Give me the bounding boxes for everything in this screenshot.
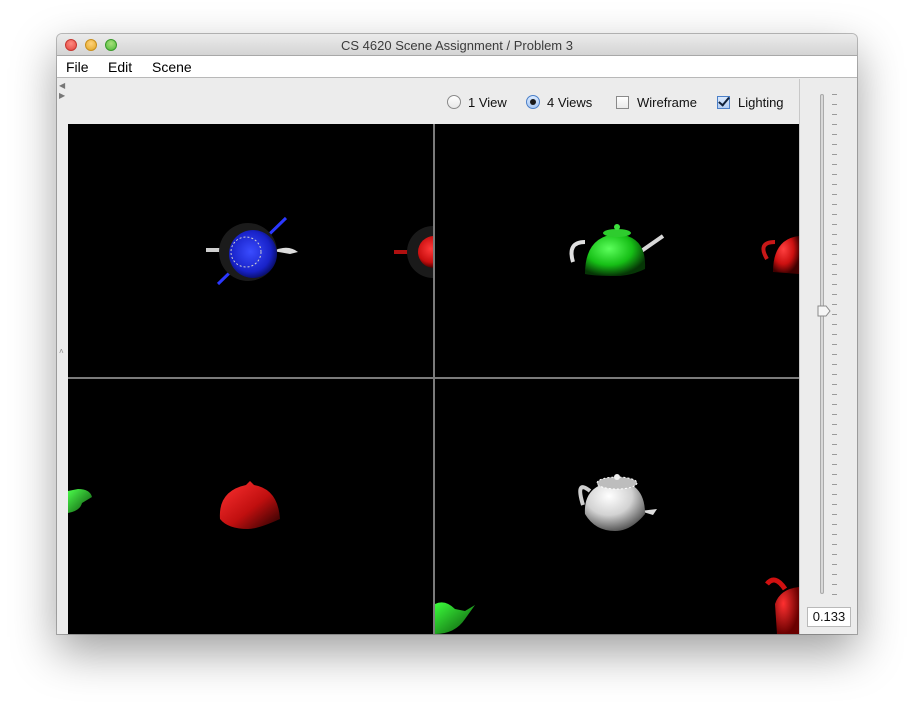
viewport-divider-vertical[interactable] <box>433 124 435 634</box>
slider-tick <box>832 554 837 555</box>
slider-tick <box>832 484 837 485</box>
green-teapot-perspective[interactable] <box>435 602 475 634</box>
wireframe-checkbox[interactable]: Wireframe <box>616 94 697 110</box>
slider-tick <box>832 324 837 325</box>
slider-tick <box>832 394 837 395</box>
slider-tick <box>832 254 837 255</box>
wireframe-check-box[interactable] <box>616 95 629 109</box>
red-teapot-perspective[interactable] <box>765 577 799 634</box>
blue-teapot-top[interactable] <box>206 216 298 286</box>
slider-ticks <box>832 94 838 595</box>
slider-tick <box>832 574 837 575</box>
one-view-label: 1 View <box>468 94 507 110</box>
menu-file[interactable]: File <box>66 59 89 75</box>
slider-tick <box>832 284 837 285</box>
slider-tick <box>832 504 837 505</box>
green-teapot-side[interactable] <box>68 489 92 513</box>
slider-tick <box>832 94 837 95</box>
slider-tick <box>832 204 837 205</box>
slider-tick <box>832 314 837 315</box>
view-top-right[interactable] <box>435 124 799 377</box>
slider-tick <box>832 124 837 125</box>
slider-tick <box>832 104 837 105</box>
slider-tick <box>832 184 837 185</box>
app-window: CS 4620 Scene Assignment / Problem 3 Fil… <box>57 34 857 634</box>
red-teapot-front[interactable] <box>761 236 799 274</box>
slider-tick <box>832 584 837 585</box>
slider-tick <box>832 174 837 175</box>
splitter-handle-icon[interactable]: ˄ <box>59 347 64 356</box>
slider-tick <box>832 194 837 195</box>
slider-tick <box>832 444 837 445</box>
slider-tick <box>832 594 837 595</box>
slider-tick <box>832 424 837 425</box>
wireframe-label: Wireframe <box>637 94 697 110</box>
slider-tick <box>832 374 837 375</box>
slider-tick <box>832 354 837 355</box>
slider-tick <box>832 514 837 515</box>
slider-thumb-icon[interactable] <box>817 304 831 318</box>
slider-tick <box>832 114 837 115</box>
slider-tick <box>832 264 837 265</box>
main-panel: ◀ ▶ ˄ 1 View 4 Views Wireframe Lighting <box>57 79 800 634</box>
view-bottom-left[interactable] <box>68 379 433 634</box>
slider-tick <box>832 454 837 455</box>
slider-tick <box>832 464 837 465</box>
slider-tick <box>832 384 837 385</box>
scene-view-perspective[interactable] <box>435 379 799 634</box>
one-view-radio[interactable]: 1 View <box>447 94 507 110</box>
white-teapot-perspective[interactable] <box>578 474 657 531</box>
lighting-check-box[interactable] <box>717 95 730 109</box>
menu-scene[interactable]: Scene <box>152 59 192 75</box>
four-views-radio[interactable]: 4 Views <box>526 94 592 110</box>
slider-tick <box>832 544 837 545</box>
scene-view-top[interactable] <box>68 124 433 377</box>
slider-tick <box>832 564 837 565</box>
slider-tick <box>832 304 837 305</box>
slider-tick <box>832 404 837 405</box>
window-title: CS 4620 Scene Assignment / Problem 3 <box>341 38 573 53</box>
green-teapot-front[interactable] <box>569 224 665 276</box>
view-top-left[interactable] <box>68 124 433 377</box>
slider-tick <box>832 274 837 275</box>
title-bar[interactable]: CS 4620 Scene Assignment / Problem 3 <box>57 34 857 56</box>
slider-tick <box>832 364 837 365</box>
slider-tick <box>832 244 837 245</box>
lighting-label: Lighting <box>738 94 784 110</box>
slider-track[interactable] <box>820 94 824 594</box>
slider-value-field[interactable]: 0.133 <box>807 607 851 627</box>
slider-tick <box>832 164 837 165</box>
slider-tick <box>832 344 837 345</box>
slider-tick <box>832 144 837 145</box>
viewport-grid[interactable] <box>68 124 799 634</box>
slider-tick <box>832 224 837 225</box>
slider-tick <box>832 294 837 295</box>
one-view-radio-button[interactable] <box>447 95 461 109</box>
menu-edit[interactable]: Edit <box>108 59 132 75</box>
slider-tick <box>832 234 837 235</box>
slider-tick <box>832 474 837 475</box>
red-teapot-top[interactable] <box>394 226 433 278</box>
slider-tick <box>832 214 837 215</box>
slider-tick <box>832 134 837 135</box>
four-views-radio-button[interactable] <box>526 95 540 109</box>
scene-view-front[interactable] <box>435 124 799 377</box>
lighting-checkbox[interactable]: Lighting <box>717 94 784 110</box>
scene-view-side[interactable] <box>68 379 433 634</box>
slider-tick <box>832 534 837 535</box>
slider-tick <box>832 154 837 155</box>
toolbar: 1 View 4 Views Wireframe Lighting <box>57 79 800 123</box>
four-views-label: 4 Views <box>547 94 593 110</box>
slider-tick <box>832 494 837 495</box>
slider-tick <box>832 524 837 525</box>
viewport-divider-horizontal[interactable] <box>68 377 799 379</box>
slider-tick <box>832 414 837 415</box>
menu-bar: File Edit Scene <box>57 56 857 78</box>
slider-tick <box>832 334 837 335</box>
red-teapot-side[interactable] <box>219 481 280 529</box>
slider-tick <box>832 434 837 435</box>
view-bottom-right[interactable] <box>435 379 799 634</box>
slider-panel: 0.133 <box>801 79 857 634</box>
